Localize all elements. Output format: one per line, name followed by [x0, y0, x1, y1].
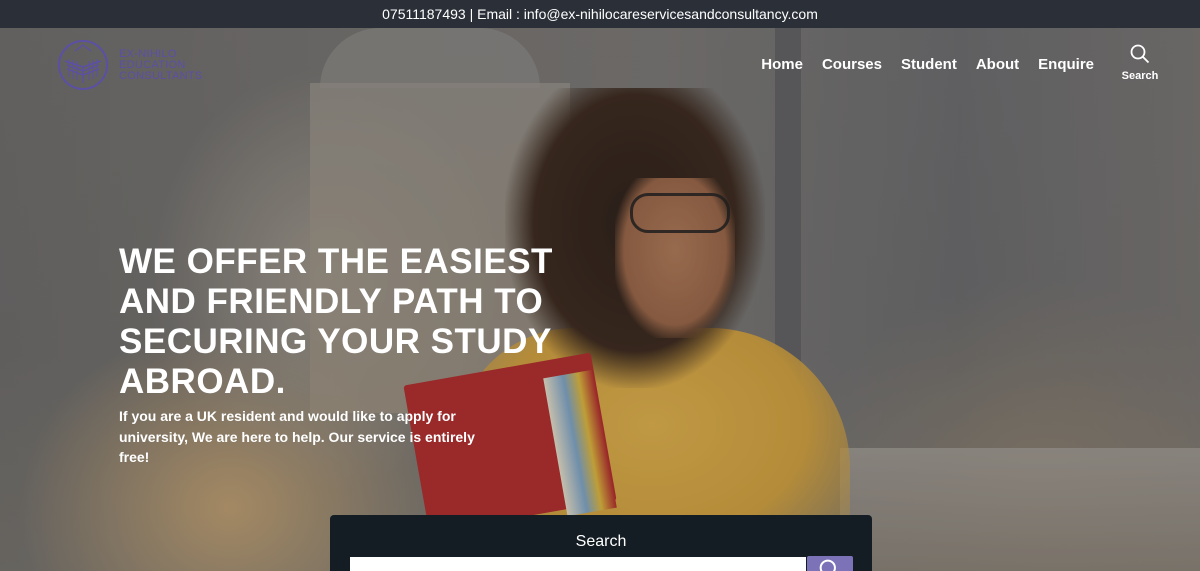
nav-search-button[interactable]: Search: [1121, 44, 1159, 82]
search-icon: [1130, 44, 1150, 64]
contact-info: 07511187493 | Email : info@ex-nihilocare…: [382, 6, 818, 22]
logo-line-2: EDUCATION: [119, 58, 186, 71]
nav-item-courses[interactable]: Courses: [822, 56, 882, 73]
hero-subtext: If you are a UK resident and would like …: [119, 408, 475, 465]
search-panel: Search: [330, 515, 872, 571]
search-icon: [819, 559, 836, 571]
logo-line-3: CONSULTANTS: [119, 69, 203, 82]
nav-search-label: Search: [1121, 70, 1159, 82]
nav-item-about[interactable]: About: [976, 56, 1019, 73]
site-header: EX-NIHILO EDUCATION CONSULTANTS Home Cou…: [0, 28, 1200, 100]
nav-item-home[interactable]: Home: [761, 56, 803, 73]
search-panel-title: Search: [575, 533, 627, 550]
logo-line-1: EX-NIHILO: [119, 47, 177, 60]
main-nav: Home Courses Student About Enquire: [761, 56, 1094, 73]
search-submit-button[interactable]: [807, 556, 853, 571]
site-logo[interactable]: EX-NIHILO EDUCATION CONSULTANTS: [57, 39, 203, 91]
logo-book-icon: [58, 40, 108, 90]
logo-text: EX-NIHILO EDUCATION CONSULTANTS: [119, 47, 203, 82]
search-input[interactable]: [350, 557, 806, 571]
contact-bar: 07511187493 | Email : info@ex-nihilocare…: [0, 0, 1200, 28]
nav-item-student[interactable]: Student: [901, 56, 957, 73]
hero-headline: WE OFFER THE EASIEST AND FRIENDLY PATH T…: [119, 242, 553, 401]
nav-item-enquire[interactable]: Enquire: [1038, 56, 1094, 73]
